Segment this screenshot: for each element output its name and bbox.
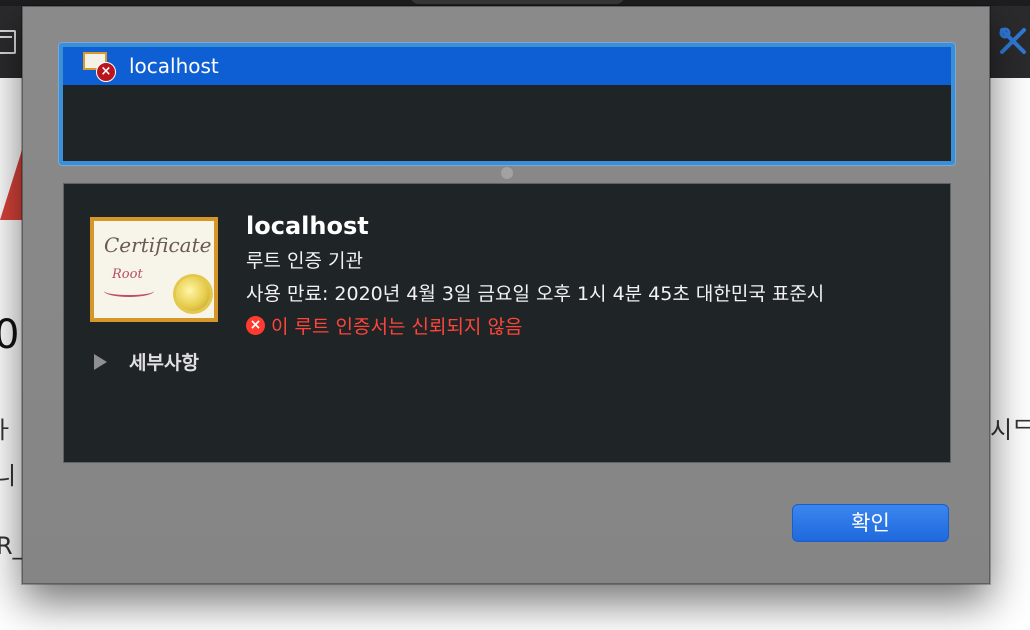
- certificate-seal-icon: [176, 277, 210, 311]
- details-label[interactable]: 세부사항: [129, 348, 199, 375]
- certificate-swirl: [104, 285, 154, 297]
- details-disclosure[interactable]: 세부사항: [94, 348, 199, 375]
- trust-error-text: 이 루트 인증서는 신뢰되지 않음: [271, 316, 523, 338]
- window-icon[interactable]: [0, 30, 16, 54]
- certificate-expiry: 사용 만료: 2020년 4월 3일 금요일 오후 1시 4분 45초 대한민국…: [246, 283, 825, 305]
- certificate-image-text: Certificate: [104, 233, 212, 257]
- disclosure-triangle-icon[interactable]: [94, 353, 107, 370]
- certificate-kind: 루트 인증 기관: [246, 250, 363, 272]
- bg-fragment: 0: [0, 312, 20, 358]
- certificate-title: localhost: [246, 212, 369, 240]
- bg-fragment: 니: [0, 462, 17, 490]
- certificate-info: localhost 루트 인증 기관 사용 만료: 2020년 4월 3일 금요…: [246, 212, 824, 339]
- split-view-handle[interactable]: [501, 167, 513, 179]
- bg-fragment: 시ᄃ: [990, 416, 1030, 444]
- certificate-list[interactable]: × localhost: [59, 43, 955, 165]
- browser-tab[interactable]: [410, 0, 625, 4]
- certificate-image-subtext: Root: [112, 267, 143, 282]
- certificate-icon: Certificate Root: [90, 217, 218, 322]
- ok-button[interactable]: 확인: [792, 504, 949, 542]
- trust-error-message: × 이 루트 인증서는 신뢰되지 않음: [246, 312, 824, 339]
- certificate-list-label: localhost: [129, 54, 219, 78]
- warning-triangle-icon: [0, 150, 22, 220]
- bg-fragment: R_: [0, 532, 25, 560]
- error-circle-icon: ×: [246, 316, 265, 335]
- certificate-error-icon: ×: [83, 52, 116, 82]
- certificate-detail-panel: Certificate Root localhost 루트 인증 기관 사용 만…: [63, 183, 951, 463]
- certificate-list-item-selected[interactable]: × localhost: [63, 47, 951, 85]
- tools-icon[interactable]: [996, 26, 1030, 56]
- certificate-dialog: × localhost Certificate Root localhost 루…: [22, 6, 990, 584]
